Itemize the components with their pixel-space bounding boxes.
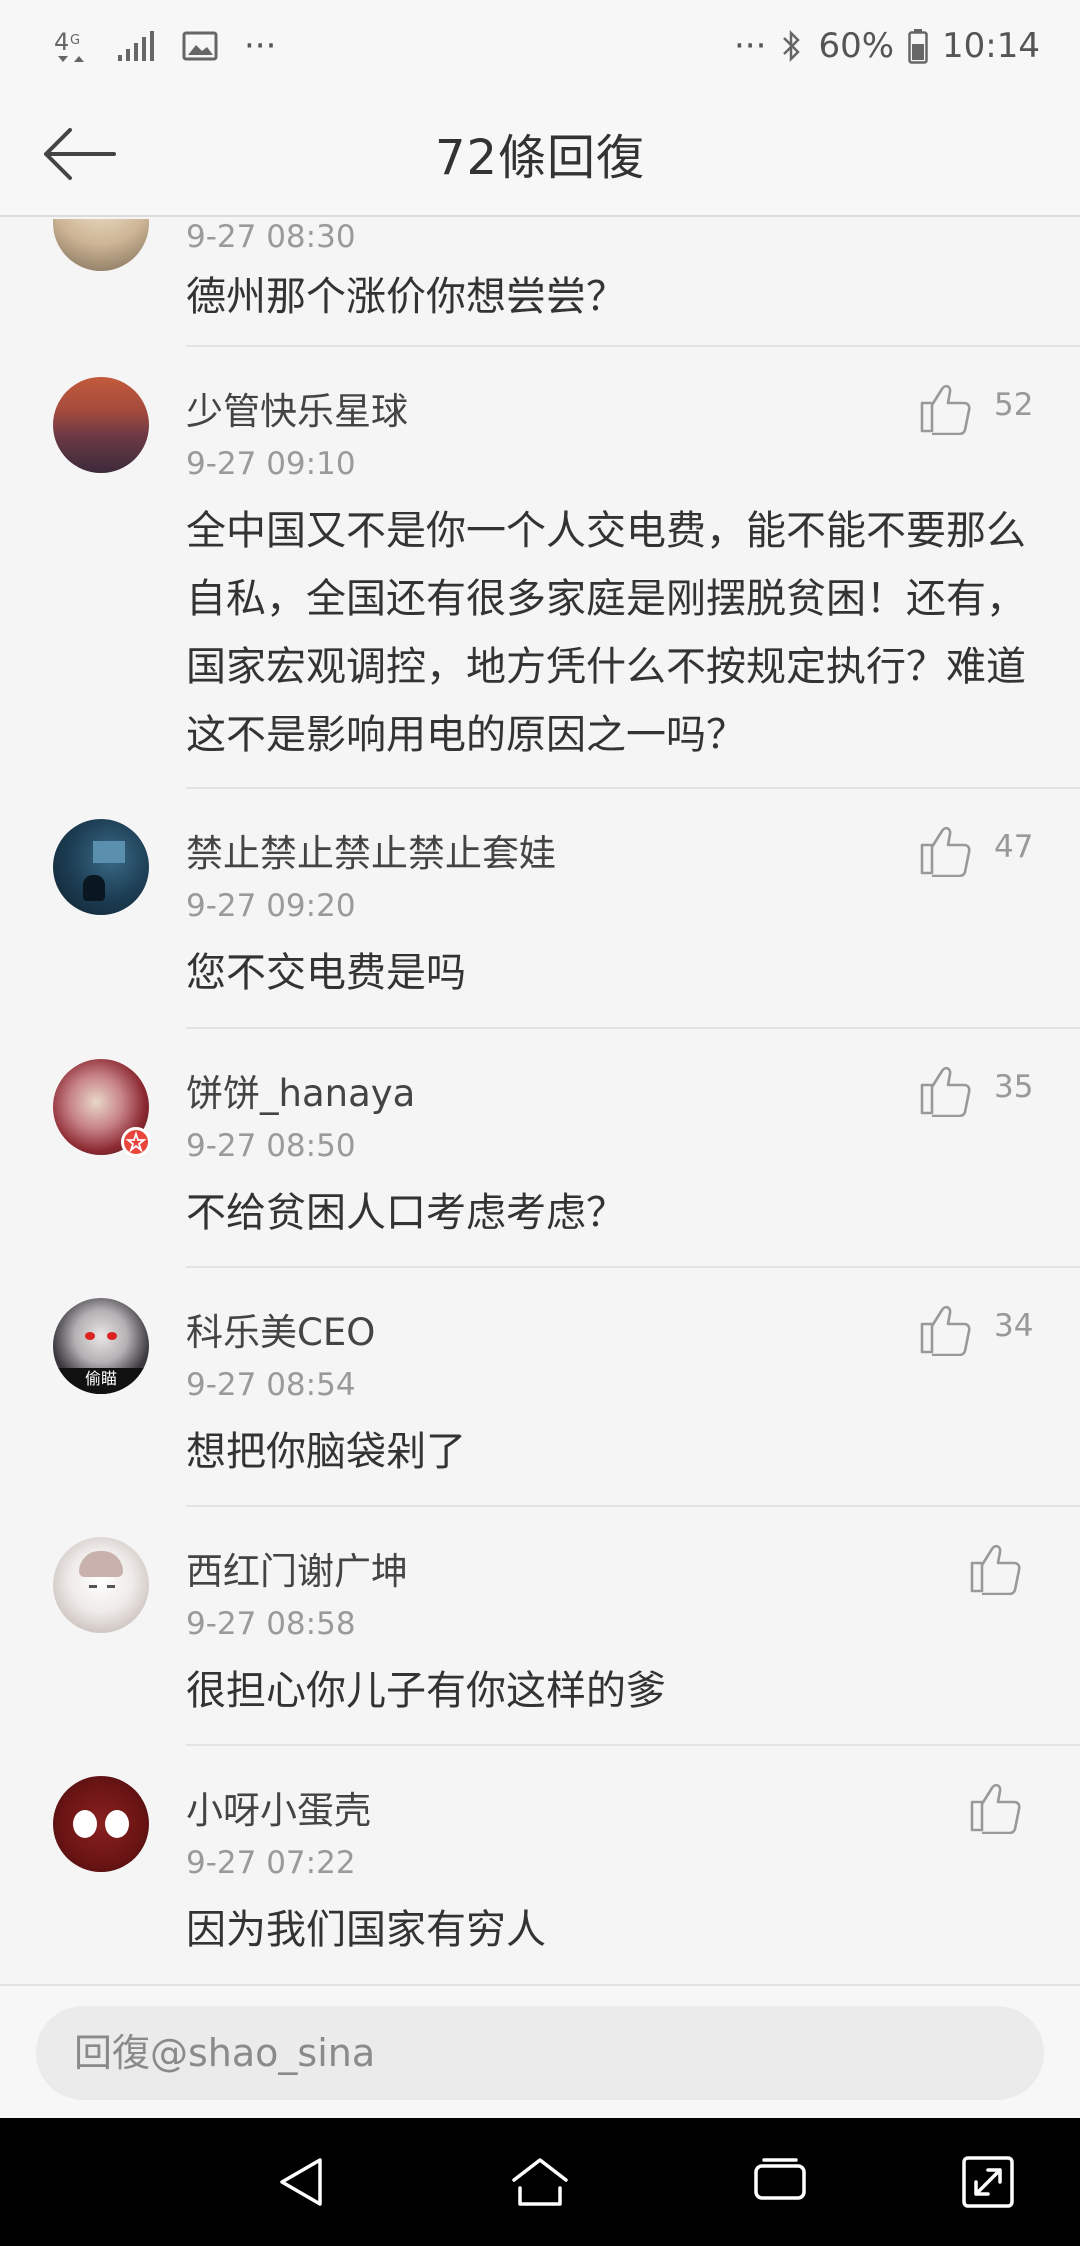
page-title: 72條回復: [434, 130, 646, 186]
like-count: 35: [994, 1069, 1034, 1105]
svg-text:4: 4: [54, 28, 69, 56]
comment-time: 9-27 09:10: [186, 446, 356, 482]
comment-text: 很担心你儿子有你这样的爹: [186, 1668, 666, 1714]
username[interactable]: 饼饼_hanaya: [186, 1063, 415, 1117]
comment-item[interactable]: 禁止禁止禁止禁止套娃 47 9-27 09:20 您不交电费是吗: [0, 789, 1080, 1029]
comment-text: 不给贫困人口考虑考虑？: [186, 1190, 626, 1236]
reply-bar: 回復@shao_sina: [0, 1984, 1080, 2118]
thumbs-up-icon: [920, 384, 971, 436]
comment-text: 想把你脑袋剁了: [186, 1429, 466, 1475]
comment-time: 9-27 08:58: [186, 1606, 356, 1642]
like-button[interactable]: [918, 379, 974, 436]
status-bar: 4 G ··· ··· 60% 10:14: [0, 0, 1080, 92]
comment-item[interactable]: 小呀小蛋壳 9-27 07:22 因为我们国家有穷人: [0, 1746, 1080, 1984]
nav-back-button[interactable]: [272, 2152, 332, 2212]
nav-recents-button[interactable]: [750, 2152, 810, 2212]
avatar[interactable]: [53, 1776, 149, 1872]
navigation-bar: [0, 2118, 1080, 2246]
nav-fullscreen-button[interactable]: [958, 2152, 1018, 2212]
recents-icon: [754, 2158, 806, 2200]
battery-percent: 60%: [818, 26, 895, 66]
like-button[interactable]: [968, 1539, 1024, 1596]
comment-time: 9-27 08:50: [186, 1128, 356, 1164]
comment-item[interactable]: 西红门谢广坤 9-27 08:58 很担心你儿子有你这样的爹: [0, 1507, 1080, 1746]
image-notification-icon: [182, 31, 218, 61]
nav-home-button[interactable]: [510, 2152, 570, 2212]
comment-time: 9-27 07:22: [186, 1845, 356, 1881]
clock: 10:14: [942, 26, 1040, 66]
home-icon: [512, 2158, 568, 2206]
comment-text: 全中国又不是你一个人交电费，能不能不要那么自私，全国还有很多家庭是刚摆脱贫困！还…: [186, 508, 1026, 758]
thumbs-up-icon: [920, 1066, 971, 1118]
like-count: 47: [994, 829, 1034, 865]
verified-badge-icon: [121, 1127, 151, 1157]
like-button[interactable]: [918, 821, 974, 878]
comment-text: 因为我们国家有穷人: [186, 1907, 546, 1953]
triangle-back-icon: [280, 2158, 322, 2206]
comment-time: 9-27 08:54: [186, 1367, 356, 1403]
more-status-icon: ···: [734, 26, 767, 66]
avatar[interactable]: [53, 219, 149, 271]
comment-list[interactable]: 9-27 08:30 德州那个涨价你想尝尝？ 少管快乐星球 52 9-27 09…: [0, 219, 1080, 1984]
like-button[interactable]: [918, 1300, 974, 1357]
thumbs-up-icon: [970, 1783, 1021, 1835]
comment-text: 德州那个涨价你想尝尝？: [186, 274, 626, 320]
more-notifications-icon: ···: [244, 26, 277, 66]
comment-item[interactable]: 偷瞄 科乐美CEO 34 9-27 08:54 想把你脑袋剁了: [0, 1268, 1080, 1507]
username[interactable]: 西红门谢广坤: [186, 1541, 408, 1595]
avatar[interactable]: [53, 1537, 149, 1633]
like-count: 34: [994, 1308, 1034, 1344]
thumbs-up-icon: [920, 1305, 971, 1357]
username[interactable]: 禁止禁止禁止禁止套娃: [186, 823, 556, 877]
like-button[interactable]: [968, 1778, 1024, 1835]
avatar[interactable]: [53, 377, 149, 473]
battery-icon: [908, 28, 928, 64]
username[interactable]: 科乐美CEO: [186, 1302, 375, 1356]
comment-item[interactable]: 饼饼_hanaya 35 9-27 08:50 不给贫困人口考虑考虑？: [0, 1029, 1080, 1268]
bluetooth-icon: [780, 28, 804, 64]
comment-time: 9-27 08:30: [186, 219, 356, 255]
avatar[interactable]: [53, 1059, 151, 1157]
comment-text: 您不交电费是吗: [186, 950, 466, 996]
username[interactable]: 少管快乐星球: [186, 381, 408, 435]
signal-icon: [116, 29, 156, 63]
reply-input[interactable]: 回復@shao_sina: [36, 2006, 1044, 2100]
like-count: 52: [994, 387, 1034, 423]
avatar[interactable]: [53, 819, 149, 915]
network-4g-icon: 4 G: [54, 26, 90, 66]
comment-item[interactable]: 9-27 08:30 德州那个涨价你想尝尝？: [0, 219, 1080, 347]
comment-time: 9-27 09:20: [186, 888, 356, 924]
like-button[interactable]: [918, 1061, 974, 1118]
svg-text:G: G: [70, 33, 80, 48]
header: 72條回復: [0, 92, 1080, 217]
username[interactable]: 小呀小蛋壳: [186, 1780, 371, 1834]
avatar-badge: 偷瞄: [53, 1368, 149, 1394]
thumbs-up-icon: [920, 826, 971, 878]
comment-item[interactable]: 少管快乐星球 52 9-27 09:10 全中国又不是你一个人交电费，能不能不要…: [0, 347, 1080, 789]
avatar[interactable]: 偷瞄: [53, 1298, 149, 1394]
expand-icon: [962, 2156, 1014, 2208]
thumbs-up-icon: [970, 1544, 1021, 1596]
